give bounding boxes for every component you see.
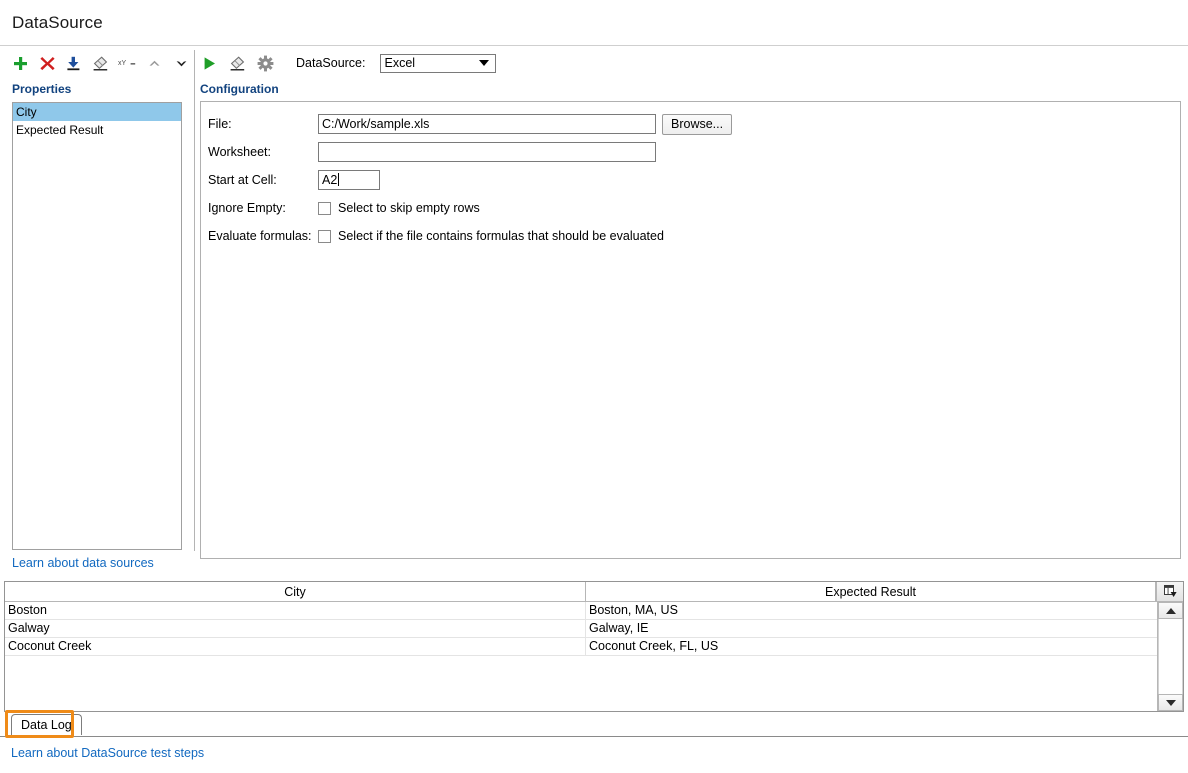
column-header-expected-result[interactable]: Expected Result — [586, 582, 1156, 601]
grid-body: Boston Boston, MA, US Galway Galway, IE … — [5, 602, 1183, 711]
svg-text:xY: xY — [118, 60, 127, 67]
cell-city[interactable]: Coconut Creek — [5, 638, 586, 655]
evaluate-formulas-text: Select if the file contains formulas tha… — [338, 229, 664, 243]
table-row[interactable]: Coconut Creek Coconut Creek, FL, US — [5, 638, 1157, 656]
add-property-button[interactable] — [12, 54, 30, 73]
properties-toolbar: xY — [0, 46, 190, 76]
start-cell-input[interactable]: A2 — [318, 170, 380, 190]
configuration-panel: DataSource: Excel Configuration File: C:… — [200, 46, 1188, 573]
select-all-icon[interactable] — [1156, 582, 1183, 601]
worksheet-input[interactable] — [318, 142, 656, 162]
table-row[interactable]: Boston Boston, MA, US — [5, 602, 1157, 620]
datasource-selected-value: Excel — [384, 56, 416, 70]
eraser-icon — [93, 55, 107, 70]
play-icon — [204, 56, 215, 70]
configuration-heading: Configuration — [200, 82, 279, 96]
ignore-empty-row: Ignore Empty: Select to skip empty rows — [201, 194, 1180, 222]
scroll-down-button[interactable] — [1158, 694, 1183, 711]
download-icon — [67, 56, 80, 70]
gear-icon — [257, 55, 274, 71]
footer-tabstrip: Data Log — [0, 712, 1188, 738]
learn-about-datasource-test-steps-link[interactable]: Learn about DataSource test steps — [11, 746, 204, 760]
text-caret — [338, 173, 340, 186]
chevron-up-icon — [149, 60, 160, 66]
delete-property-button[interactable] — [39, 54, 57, 73]
move-down-button[interactable] — [173, 54, 191, 73]
file-row: File: C:/Work/sample.xls Browse... — [201, 110, 1180, 138]
grid-rows-container: Boston Boston, MA, US Galway Galway, IE … — [5, 602, 1157, 711]
cell-expected-result[interactable]: Boston, MA, US — [586, 602, 1156, 619]
settings-button[interactable] — [256, 54, 275, 73]
window-titlebar: DataSource — [0, 0, 1188, 46]
plus-icon — [14, 56, 28, 70]
datasource-label: DataSource: — [296, 56, 366, 70]
chevron-down-icon — [479, 60, 490, 66]
tabstrip-baseline — [0, 736, 1188, 737]
x-delete-icon — [40, 56, 55, 70]
configuration-form: File: C:/Work/sample.xls Browse... Works… — [200, 101, 1181, 559]
cell-city[interactable]: Galway — [5, 620, 586, 637]
evaluate-formulas-label: Evaluate formulas: — [208, 229, 312, 243]
grid-vertical-scrollbar[interactable] — [1157, 602, 1183, 711]
ignore-empty-label: Ignore Empty: — [208, 201, 286, 215]
cell-expected-result[interactable]: Coconut Creek, FL, US — [586, 638, 1156, 655]
worksheet-row: Worksheet: — [201, 138, 1180, 166]
start-cell-label: Start at Cell: — [208, 173, 277, 187]
data-grid: City Expected Result Boston Boston, MA, … — [4, 581, 1184, 712]
cell-city[interactable]: Boston — [5, 602, 586, 619]
browse-button[interactable]: Browse... — [662, 113, 733, 135]
panel-splitter[interactable] — [190, 46, 200, 573]
tab-data-log[interactable]: Data Log — [11, 714, 82, 735]
worksheet-label: Worksheet: — [208, 145, 271, 159]
start-cell-value: A2 — [322, 173, 338, 187]
clear-property-button[interactable] — [92, 54, 110, 73]
run-button[interactable] — [200, 54, 219, 73]
rename-property-button[interactable]: xY — [118, 54, 137, 73]
properties-heading: Properties — [12, 82, 72, 96]
evaluate-formulas-row: Evaluate formulas: Select if the file co… — [201, 222, 1180, 250]
ignore-empty-text: Select to skip empty rows — [338, 201, 480, 215]
triangle-up-icon — [1165, 607, 1176, 614]
start-cell-row: Start at Cell: A2 — [201, 166, 1180, 194]
properties-panel: xY Properties City Expected Result Learn… — [0, 46, 190, 573]
grid-empty-area[interactable] — [5, 656, 1157, 711]
evaluate-formulas-checkbox[interactable] — [318, 229, 331, 243]
scrollbar-track[interactable] — [1158, 619, 1183, 694]
table-row[interactable]: Galway Galway, IE — [5, 620, 1157, 638]
configuration-toolbar: DataSource: Excel — [200, 46, 1188, 76]
eraser-icon — [230, 55, 245, 70]
learn-about-data-sources-link[interactable]: Learn about data sources — [12, 556, 154, 570]
clear-button[interactable] — [228, 54, 247, 73]
properties-list[interactable]: City Expected Result — [12, 102, 182, 550]
splitter-line — [194, 50, 195, 551]
grid-header-row: City Expected Result — [5, 582, 1183, 602]
ignore-empty-checkbox[interactable] — [318, 201, 331, 215]
list-item-city[interactable]: City — [13, 103, 181, 121]
move-up-button[interactable] — [146, 54, 164, 73]
xy-rename-icon: xY — [118, 60, 136, 67]
file-input[interactable]: C:/Work/sample.xls — [318, 114, 656, 134]
cell-expected-result[interactable]: Galway, IE — [586, 620, 1156, 637]
datasource-select[interactable]: Excel — [380, 53, 497, 73]
import-property-button[interactable] — [65, 54, 83, 73]
list-item-expected-result[interactable]: Expected Result — [13, 121, 181, 139]
scroll-up-button[interactable] — [1158, 602, 1183, 619]
page-title: DataSource — [12, 12, 103, 32]
triangle-down-icon — [1165, 699, 1176, 706]
work-area: xY Properties City Expected Result Learn… — [0, 46, 1188, 573]
file-label: File: — [208, 117, 232, 131]
chevron-down-icon — [176, 60, 187, 66]
column-header-city[interactable]: City — [5, 582, 586, 601]
